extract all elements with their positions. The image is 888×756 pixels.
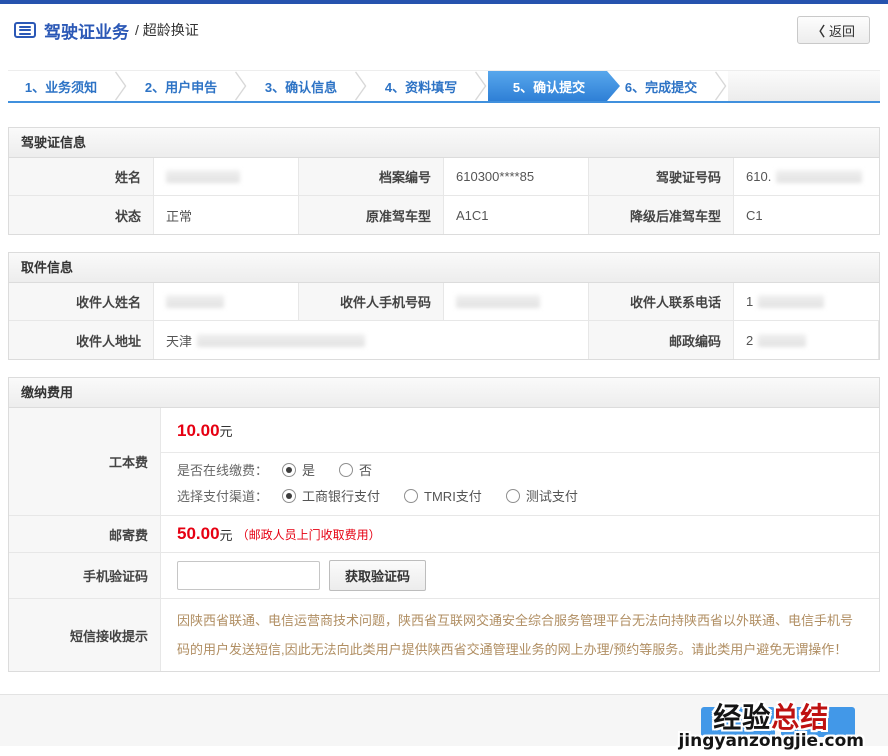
downgraded-class-label: 降级后准驾车型 — [589, 196, 734, 234]
footer-bar: 上一步 — [0, 694, 888, 746]
file-number-label: 档案编号 — [299, 158, 444, 196]
get-sms-code-button[interactable]: 获取验证码 — [329, 560, 427, 591]
step-separator-icon — [234, 71, 247, 101]
page-header: 驾驶证业务 / 超龄换证 〈 返回 — [0, 4, 888, 56]
sms-code-label: 手机验证码 — [9, 553, 161, 599]
production-fee-cell: 10.00元 是否在线缴费： 是 否 选择支付渠道： 工商银行支付 TMRI支付… — [161, 408, 879, 516]
radio-channel-test-label: 测试支付 — [525, 489, 578, 504]
radio-channel-icbc-label: 工商银行支付 — [302, 489, 381, 504]
step-separator-icon — [474, 71, 487, 101]
footer-second-button[interactable] — [781, 707, 855, 737]
page-title: 驾驶证业务 — [44, 22, 129, 42]
name-label: 姓名 — [9, 158, 154, 196]
breadcrumb-current: / 超龄换证 — [135, 22, 199, 38]
postal-code-label: 邮政编码 — [589, 321, 734, 359]
postage-fee-cell: 50.00 元 （邮政人员上门收取费用） — [161, 516, 879, 553]
breadcrumb: 驾驶证业务 / 超龄换证 — [14, 18, 199, 43]
step-tab-2[interactable]: 2、用户申告 — [128, 71, 234, 101]
radio-channel-tmri-label: TMRI支付 — [424, 489, 482, 504]
fees-section: 缴纳费用 工本费 10.00元 是否在线缴费： 是 否 选择支付渠道： 工商银行… — [8, 377, 880, 672]
pickup-info-section: 取件信息 收件人姓名 收件人手机号码 收件人联系电话 1 收件人地址 天津 邮政… — [8, 252, 880, 360]
original-class-label: 原准驾车型 — [299, 196, 444, 234]
step-tab-4[interactable]: 4、资料填写 — [368, 71, 474, 101]
fees-table: 工本费 10.00元 是否在线缴费： 是 否 选择支付渠道： 工商银行支付 TM… — [9, 408, 879, 671]
recipient-name-label: 收件人姓名 — [9, 283, 154, 321]
recipient-address-value: 天津 — [154, 321, 589, 359]
list-icon — [14, 22, 36, 38]
license-section-title: 驾驶证信息 — [9, 128, 879, 158]
postage-fee-amount: 50.00 — [177, 524, 220, 543]
postage-fee-label: 邮寄费 — [9, 516, 161, 553]
step-separator-icon — [354, 71, 367, 101]
production-fee-label: 工本费 — [9, 408, 161, 516]
step-nav: 1、业务须知 2、用户申告 3、确认信息 4、资料填写 5、确认提交 6、完成提… — [8, 70, 880, 103]
fees-section-title: 缴纳费用 — [9, 378, 879, 408]
status-value: 正常 — [154, 196, 299, 234]
radio-pay-online-yes[interactable] — [282, 462, 297, 477]
radio-channel-icbc[interactable] — [282, 488, 297, 503]
production-fee-unit: 元 — [219, 424, 233, 439]
sms-code-input[interactable] — [177, 561, 320, 590]
online-payment-question: 是否在线缴费： — [177, 463, 269, 478]
downgraded-class-value: C1 — [734, 196, 879, 234]
step-nav-filler — [728, 71, 880, 101]
radio-pay-online-no[interactable] — [339, 462, 354, 477]
sms-note-text: 因陕西省联通、电信运营商技术问题，陕西省互联网交通安全综合服务管理平台无法向持陕… — [161, 599, 879, 671]
step-separator-icon — [114, 71, 127, 101]
online-payment-row: 是否在线缴费： 是 否 — [161, 453, 879, 482]
name-value — [154, 158, 299, 196]
radio-pay-online-yes-label: 是 — [302, 463, 316, 478]
sms-note-label: 短信接收提示 — [9, 599, 161, 671]
footer-buttons: 上一步 — [701, 707, 855, 737]
license-info-section: 驾驶证信息 姓名 档案编号 610300****85 驾驶证号码 610. 状态… — [8, 127, 880, 235]
pickup-info-table: 收件人姓名 收件人手机号码 收件人联系电话 1 收件人地址 天津 邮政编码 2 — [9, 283, 879, 359]
production-fee-amount: 10.00 — [177, 421, 220, 440]
previous-step-button[interactable]: 上一步 — [701, 707, 775, 737]
payment-channel-row: 选择支付渠道： 工商银行支付 TMRI支付 测试支付 — [161, 482, 879, 515]
recipient-mobile-value — [444, 283, 589, 321]
recipient-address-label: 收件人地址 — [9, 321, 154, 359]
postage-fee-note: （邮政人员上门收取费用） — [236, 527, 381, 542]
step-tab-1[interactable]: 1、业务须知 — [8, 71, 114, 101]
recipient-phone-value: 1 — [734, 283, 879, 321]
radio-channel-tmri[interactable] — [404, 488, 419, 503]
step-tab-6[interactable]: 6、完成提交 — [608, 71, 714, 101]
payment-channel-question: 选择支付渠道： — [177, 489, 269, 504]
radio-pay-online-no-label: 否 — [359, 463, 373, 478]
back-chevron-icon: 〈 — [811, 23, 825, 39]
step-separator-icon — [714, 71, 727, 101]
back-button[interactable]: 〈 返回 — [796, 16, 870, 44]
recipient-name-value — [154, 283, 299, 321]
recipient-phone-label: 收件人联系电话 — [589, 283, 734, 321]
license-number-value: 610. — [734, 158, 879, 196]
status-label: 状态 — [9, 196, 154, 234]
pickup-section-title: 取件信息 — [9, 253, 879, 283]
original-class-value: A1C1 — [444, 196, 589, 234]
file-number-value: 610300****85 — [444, 158, 589, 196]
radio-channel-test[interactable] — [505, 488, 520, 503]
postage-fee-unit: 元 — [219, 527, 233, 543]
license-number-label: 驾驶证号码 — [589, 158, 734, 196]
step-tab-3[interactable]: 3、确认信息 — [248, 71, 354, 101]
license-info-table: 姓名 档案编号 610300****85 驾驶证号码 610. 状态 正常 原准… — [9, 158, 879, 234]
step-tab-5-active[interactable]: 5、确认提交 — [488, 71, 620, 101]
postal-code-value: 2 — [734, 321, 879, 359]
back-button-label: 返回 — [828, 23, 855, 39]
sms-code-cell: 获取验证码 — [161, 553, 879, 599]
recipient-mobile-label: 收件人手机号码 — [299, 283, 444, 321]
